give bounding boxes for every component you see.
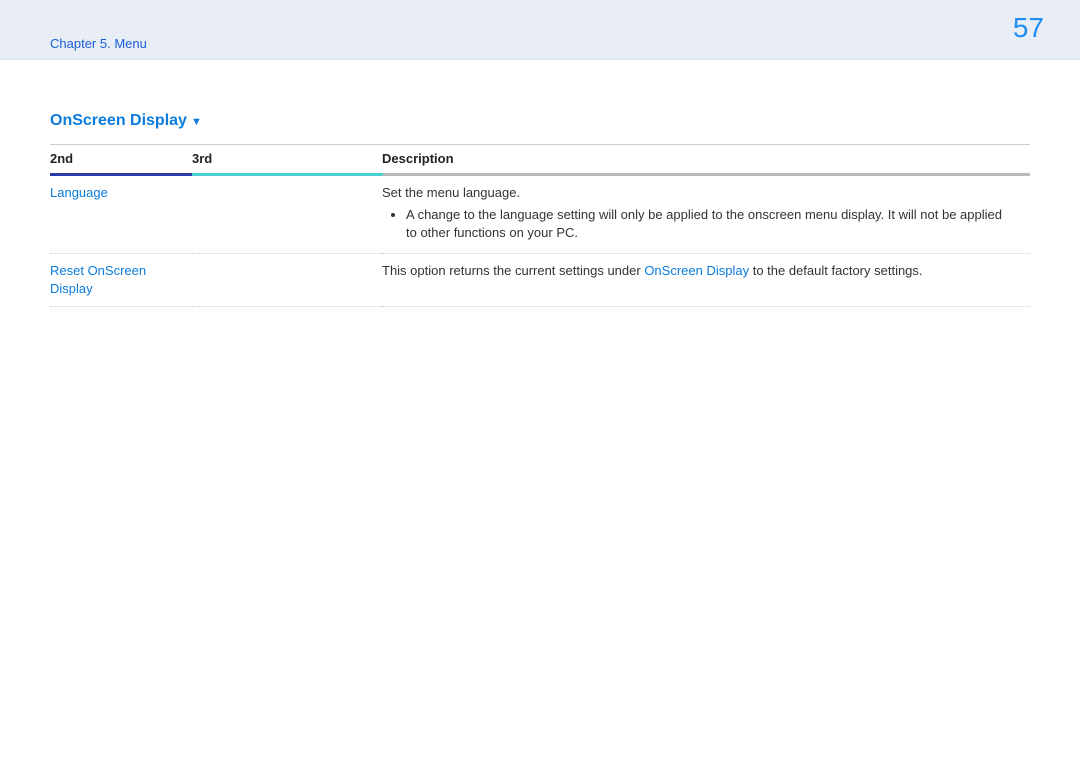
- header-underline: [50, 172, 1030, 176]
- row-third-level: [192, 253, 382, 306]
- page-header: Chapter 5. Menu 57: [0, 0, 1080, 60]
- row-description: Set the menu language. A change to the l…: [382, 176, 1030, 253]
- page-content: OnScreen Display ▼ 2nd 3rd Description L…: [0, 60, 1080, 307]
- table-row: Reset OnScreen Display This option retur…: [50, 253, 1030, 306]
- description-lead: Set the menu language.: [382, 185, 520, 200]
- chapter-label: Chapter 5. Menu: [50, 36, 147, 51]
- gradient-bar: [50, 173, 1030, 176]
- menu-table: 2nd 3rd Description Language Set the men…: [50, 144, 1030, 307]
- row-description: This option returns the current settings…: [382, 253, 1030, 306]
- page-number: 57: [1013, 12, 1044, 44]
- row-second-level: Reset OnScreen Display: [50, 253, 192, 306]
- table-header-row: 2nd 3rd Description: [50, 145, 1030, 173]
- description-post: to the default factory settings.: [749, 263, 922, 278]
- table-row: Language Set the menu language. A change…: [50, 176, 1030, 253]
- description-inline-link: OnScreen Display: [644, 263, 749, 278]
- col-header-2nd: 2nd: [50, 145, 192, 173]
- row-third-level: [192, 176, 382, 253]
- description-bullets: A change to the language setting will on…: [382, 206, 1016, 242]
- description-pre: This option returns the current settings…: [382, 263, 644, 278]
- section-title-text: OnScreen Display: [50, 112, 187, 130]
- bullet-item: A change to the language setting will on…: [406, 206, 1016, 242]
- row-second-level: Language: [50, 176, 192, 253]
- section-title: OnScreen Display ▼: [50, 112, 1030, 130]
- col-header-description: Description: [382, 145, 1030, 173]
- triangle-down-icon: ▼: [191, 117, 202, 128]
- col-header-3rd: 3rd: [192, 145, 382, 173]
